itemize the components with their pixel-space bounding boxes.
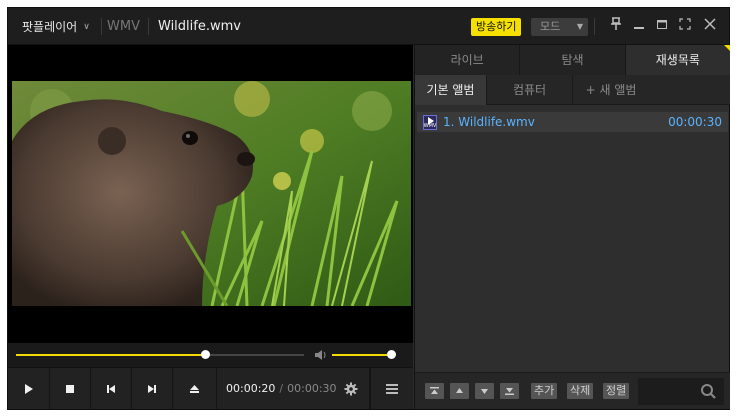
app-menu-button[interactable]: 팟플레이어 ∨	[14, 14, 101, 39]
play-button[interactable]	[8, 368, 50, 409]
video-area[interactable]	[8, 45, 413, 343]
search-icon[interactable]	[700, 383, 717, 400]
move-top-icon	[430, 387, 439, 394]
playlist-search-input[interactable]	[638, 378, 724, 405]
add-album-button[interactable]: + 새 앨범	[573, 75, 649, 105]
playlist-item-duration: 00:00:30	[668, 115, 722, 129]
minimize-icon[interactable]	[630, 17, 648, 35]
mode-label: 모드	[540, 20, 561, 33]
play-icon	[24, 383, 33, 394]
sort-button[interactable]: 정렬	[603, 383, 630, 399]
previous-button[interactable]	[91, 368, 132, 409]
volume-slider[interactable]	[332, 350, 396, 359]
current-time: 00:00:20	[226, 382, 276, 395]
video-file-icon: WMV	[423, 114, 437, 130]
panel-tabs: 라이브 탐색 재생목록	[415, 45, 731, 75]
playlist-item-title: 1. Wildlife.wmv	[443, 115, 535, 129]
file-type-label: WMV	[423, 122, 437, 129]
tab-default-album[interactable]: 기본 앨범	[415, 75, 487, 105]
tab-playlist[interactable]: 재생목록	[625, 45, 731, 75]
tab-computer[interactable]: 컴퓨터	[487, 75, 573, 105]
time-display: 00:00:20 / 00:00:30	[217, 368, 337, 409]
total-time: 00:00:30	[287, 382, 337, 395]
volume-fill	[332, 354, 391, 356]
playback-controls: 00:00:20 / 00:00:30	[8, 367, 413, 409]
format-label: WMV	[107, 19, 140, 34]
potplayer-window: 팟플레이어 ∨ WMV Wildlife.wmv 방송하기 모드 ▼ 00:00…	[7, 7, 731, 410]
divider	[148, 18, 149, 35]
gear-icon	[344, 382, 357, 395]
menu-button[interactable]	[370, 368, 413, 409]
next-button[interactable]	[132, 368, 173, 409]
fullscreen-icon[interactable]	[676, 17, 694, 35]
caret-down-icon: ▼	[576, 22, 583, 31]
stop-button[interactable]	[50, 368, 91, 409]
close-icon[interactable]	[701, 17, 719, 35]
move-down-icon	[481, 389, 488, 394]
side-panel: 라이브 탐색 재생목록 기본 앨범 컴퓨터 + 새 앨범 WMV 1. Wild…	[414, 45, 731, 409]
move-up-icon	[456, 388, 463, 393]
move-bottom-button[interactable]	[500, 383, 519, 399]
move-bottom-icon	[505, 388, 514, 395]
chevron-down-icon: ∨	[83, 21, 90, 32]
pin-icon[interactable]	[607, 17, 625, 35]
time-separator: /	[279, 382, 284, 395]
previous-icon	[107, 384, 115, 393]
seek-fill	[16, 354, 206, 356]
settings-button[interactable]	[332, 368, 370, 409]
eject-icon	[190, 384, 199, 393]
stop-icon	[66, 384, 74, 393]
delete-button[interactable]: 삭제	[567, 383, 594, 399]
eject-button[interactable]	[173, 368, 217, 409]
next-icon	[148, 384, 156, 393]
maximize-icon[interactable]	[653, 17, 671, 35]
app-name: 팟플레이어	[22, 20, 78, 34]
seek-handle[interactable]	[201, 350, 211, 359]
file-name: Wildlife.wmv	[158, 19, 241, 34]
seek-slider[interactable]	[16, 350, 304, 359]
playlist-item[interactable]: WMV 1. Wildlife.wmv 00:00:30	[417, 112, 728, 132]
divider	[594, 18, 595, 35]
seek-bar-area	[8, 343, 413, 367]
add-button[interactable]: 추가	[531, 383, 558, 399]
tab-explore[interactable]: 탐색	[520, 45, 626, 75]
volume-handle[interactable]	[386, 350, 396, 359]
album-tabs: 기본 앨범 컴퓨터 + 새 앨범	[415, 75, 730, 105]
playlist-toolbar: 추가 삭제 정렬	[415, 372, 730, 409]
move-top-button[interactable]	[425, 383, 444, 399]
volume-icon[interactable]	[314, 348, 328, 362]
move-up-button[interactable]	[450, 383, 469, 399]
divider	[101, 18, 102, 35]
video-frame	[12, 81, 411, 306]
menu-icon	[386, 383, 398, 394]
tab-live[interactable]: 라이브	[415, 45, 521, 75]
mode-dropdown[interactable]: 모드 ▼	[531, 18, 588, 36]
move-down-button[interactable]	[475, 383, 494, 399]
title-bar: 팟플레이어 ∨ WMV Wildlife.wmv 방송하기 모드 ▼	[8, 8, 729, 45]
broadcast-button[interactable]: 방송하기	[471, 18, 522, 36]
